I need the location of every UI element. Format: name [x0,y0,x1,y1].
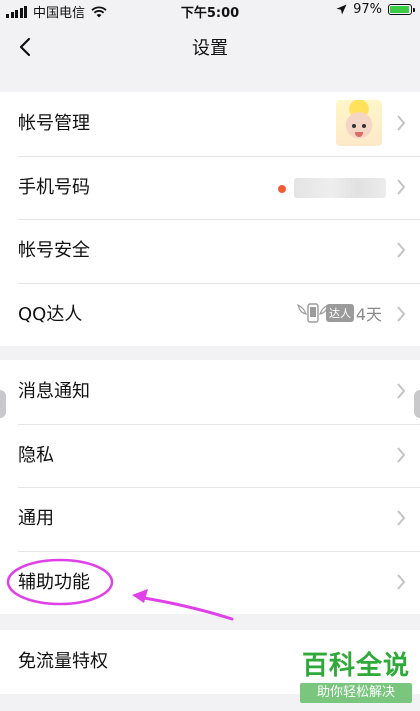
row-label: 帐号安全 [18,240,90,261]
chevron-right-icon [397,383,406,399]
settings-group-account: 帐号管理 手机号码 帐号安全 QQ达人 达人 4天 [0,92,420,346]
row-account-management[interactable]: 帐号管理 [0,92,420,156]
row-label: 消息通知 [18,381,90,402]
status-bar: 中国电信 下午5:00 97% [0,0,420,22]
talent-days: 4天 [355,304,382,324]
row-label: 通用 [18,508,54,529]
nav-bar: 设置 [0,22,420,72]
row-privacy[interactable]: 隐私 [0,423,420,488]
chevron-right-icon [397,305,406,322]
blurred-phone-number [294,177,386,198]
edge-handle-left [0,390,6,418]
talent-tag: 达人 [326,303,354,322]
chevron-right-icon [397,242,406,258]
watermark: 百科全说 助你轻松解决 [300,651,412,703]
row-notifications[interactable]: 消息通知 [0,360,420,424]
row-label: 免流量特权 [18,651,108,672]
chevron-right-icon [397,178,406,195]
edge-handle-right [414,390,420,418]
row-label: 隐私 [18,444,54,466]
chevron-right-icon [397,115,406,131]
watermark-title: 百科全说 [301,651,410,681]
winged-phone-icon [296,302,330,323]
row-phone-number[interactable]: 手机号码 [0,155,420,220]
red-dot-badge [278,184,286,193]
chevron-right-icon [397,510,406,526]
chevron-right-icon [397,446,406,463]
battery-fill [390,6,410,13]
pointer-arrow-annotation [132,589,234,621]
highlight-circle-annotation [6,558,114,606]
avatar [336,100,382,146]
chevron-right-icon [397,573,406,590]
talent-badge: 达人 [296,300,354,326]
battery-percent: 97% [353,2,382,17]
location-arrow-icon [336,4,347,15]
row-label: QQ达人 [18,303,83,325]
row-general[interactable]: 通用 [0,487,420,551]
row-label: 手机号码 [18,176,90,198]
battery-icon [388,4,415,15]
watermark-subtitle: 助你轻松解决 [300,683,412,703]
row-account-security[interactable]: 帐号安全 [0,219,420,283]
row-label: 帐号管理 [18,113,90,134]
row-qq-talent[interactable]: QQ达人 达人 4天 [0,282,420,347]
page-title: 设置 [192,38,228,59]
